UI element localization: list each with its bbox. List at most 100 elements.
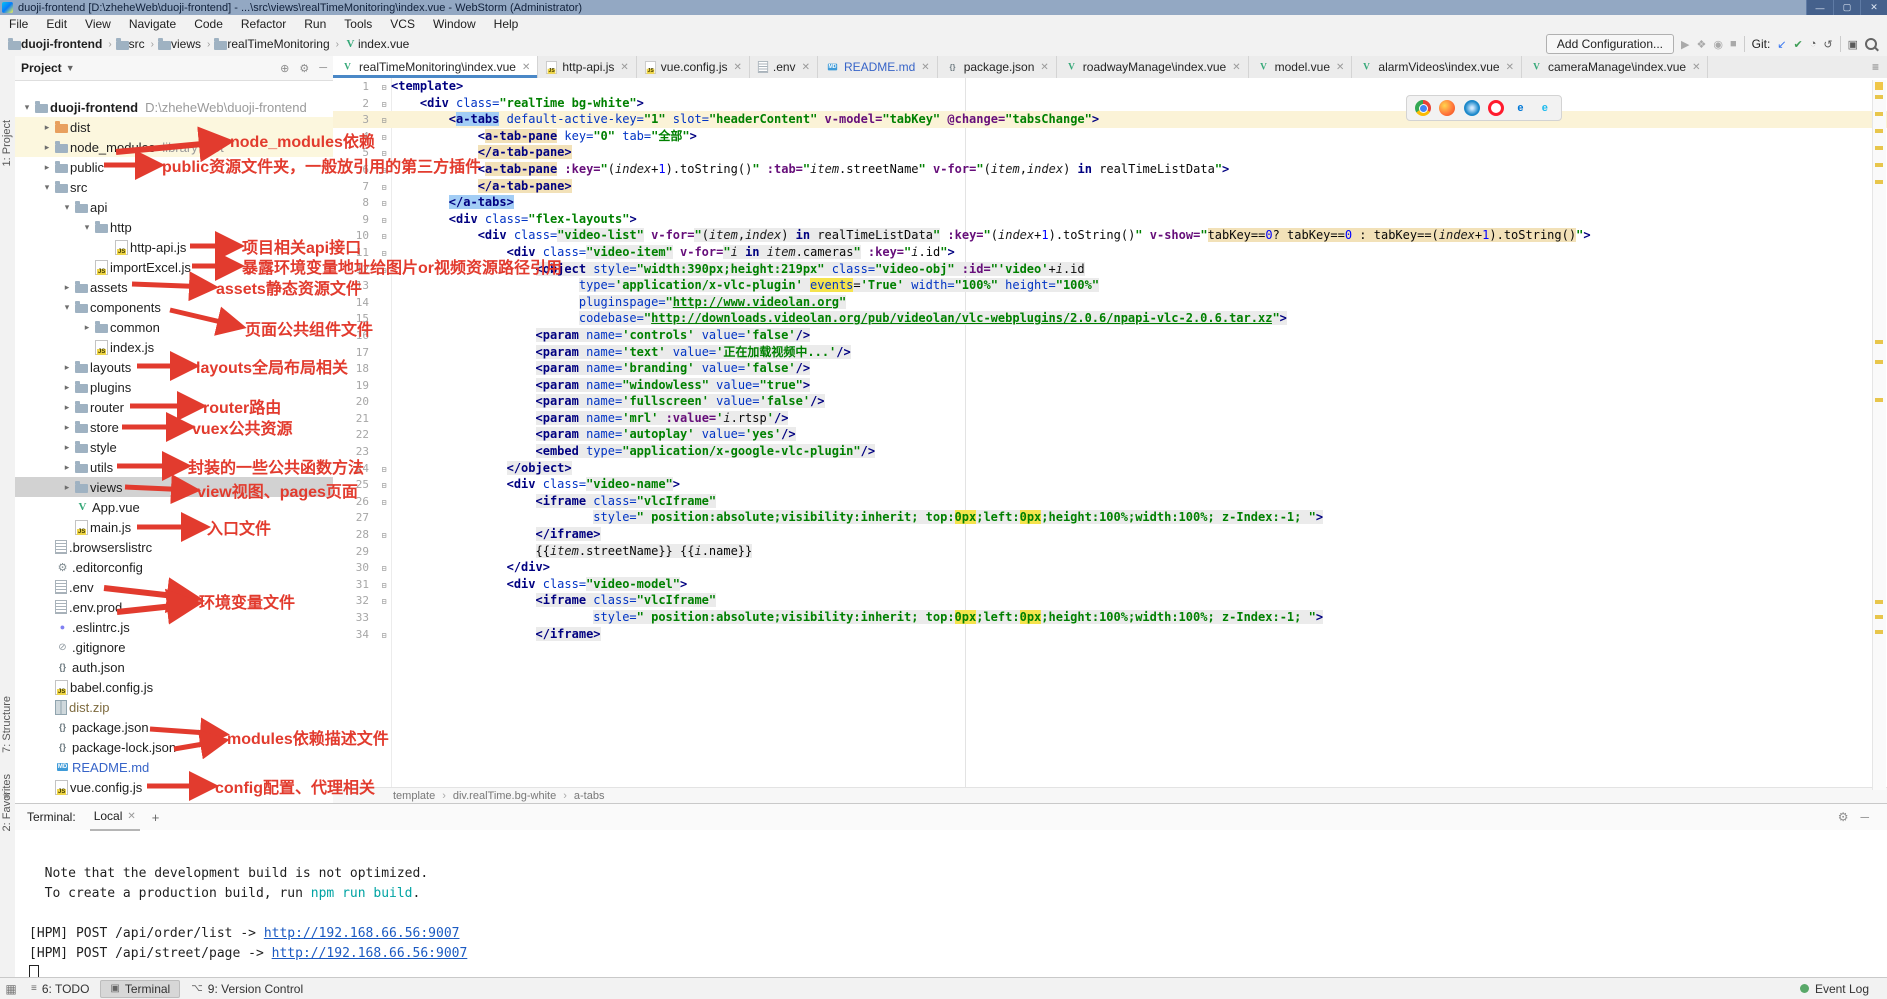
event-log-button[interactable]: Event Log <box>1800 982 1887 996</box>
menu-item-view[interactable]: View <box>76 17 120 31</box>
editor-tab[interactable]: cameraManage\index.vue✕ <box>1522 56 1708 78</box>
close-icon[interactable]: ✕ <box>127 811 135 822</box>
chevron-right-icon[interactable]: ▸ <box>59 402 75 413</box>
tree-item-.env[interactable]: .env <box>15 577 333 597</box>
code-line[interactable]: 5⊟ </a-tab-pane> <box>333 144 1887 161</box>
new-terminal-session-button[interactable]: + <box>152 810 160 825</box>
tree-item-node_modules[interactable]: ▸node_moduleslibrary root <box>15 137 333 157</box>
code-line[interactable]: 6⊟ <a-tab-pane :key="(index+1).toString(… <box>333 161 1887 178</box>
tree-item-components[interactable]: ▾components <box>15 297 333 317</box>
history-icon[interactable]: ◔ <box>1810 38 1817 50</box>
warning-stripe-mark[interactable] <box>1875 398 1883 402</box>
code-line[interactable]: 20 <param name='fullscreen' value='false… <box>333 393 1887 410</box>
close-icon[interactable]: ✕ <box>921 62 929 73</box>
statusbar-item-terminal[interactable]: ▣Terminal <box>100 980 180 998</box>
close-icon[interactable]: ✕ <box>1336 62 1344 73</box>
tab-list-icon[interactable]: ≡ <box>1864 56 1887 78</box>
tree-item-.editorconfig[interactable]: .editorconfig <box>15 557 333 577</box>
code-line[interactable]: 11⊟ <div class="video-item" v-for="i in … <box>333 244 1887 261</box>
tree-item-dist.zip[interactable]: dist.zip <box>15 697 333 717</box>
close-button[interactable]: ✕ <box>1860 0 1887 15</box>
editor-tab[interactable]: realTimeMonitoring\index.vue✕ <box>333 56 538 78</box>
edge-browser-icon[interactable]: e <box>1512 100 1528 116</box>
breadcrumb-item[interactable]: duoji-frontend <box>8 37 102 51</box>
warning-stripe-mark[interactable] <box>1875 180 1883 184</box>
tree-item-main.js[interactable]: main.js <box>15 517 333 537</box>
chrome-browser-icon[interactable] <box>1415 100 1431 116</box>
code-line[interactable]: 34⊟ </iframe> <box>333 626 1887 643</box>
tree-item-api[interactable]: ▾api <box>15 197 333 217</box>
tree-item-.eslintrc.js[interactable]: .eslintrc.js <box>15 617 333 637</box>
editor-breadcrumb-item[interactable]: a-tabs <box>574 790 605 802</box>
safari-browser-icon[interactable] <box>1464 100 1480 116</box>
breadcrumb-item[interactable]: index.vue <box>343 37 409 51</box>
tree-item-babel.config.js[interactable]: babel.config.js <box>15 677 333 697</box>
chevron-down-icon[interactable]: ▼ <box>66 63 75 73</box>
stop-icon[interactable]: ■ <box>1730 38 1737 50</box>
warning-stripe-mark[interactable] <box>1875 340 1883 344</box>
tree-item-http[interactable]: ▾http <box>15 217 333 237</box>
tree-item-dist[interactable]: ▸dist <box>15 117 333 137</box>
code-line[interactable]: 15 codebase="http://downloads.videolan.o… <box>333 310 1887 327</box>
code-line[interactable]: 8⊟ </a-tabs> <box>333 194 1887 211</box>
code-line[interactable]: 9⊟ <div class="flex-layouts"> <box>333 211 1887 228</box>
editor-tab[interactable]: http-api.js✕ <box>538 56 636 78</box>
rollback-icon[interactable]: ↺ <box>1823 38 1832 51</box>
terminal-output[interactable]: Note that the development build is not o… <box>15 830 1887 984</box>
tree-item-utils[interactable]: ▸utils <box>15 457 333 477</box>
chevron-right-icon[interactable]: ▸ <box>39 122 55 133</box>
tree-item-package.json[interactable]: package.json <box>15 717 333 737</box>
tree-item-views[interactable]: ▸views <box>15 477 333 497</box>
terminal-link[interactable]: http://192.168.66.56:9007 <box>272 946 468 961</box>
tool-button-favorites[interactable]: 2: Favorites <box>1 774 13 831</box>
tree-item-src[interactable]: ▾src <box>15 177 333 197</box>
code-line[interactable]: 21 <param name='mrl' :value='i.rtsp'/> <box>333 410 1887 427</box>
chevron-right-icon[interactable]: ▸ <box>59 462 75 473</box>
editor-tab[interactable]: alarmVideos\index.vue✕ <box>1352 56 1522 78</box>
code-line[interactable]: 29 {{item.streetName}} {{i.name}} <box>333 543 1887 560</box>
close-icon[interactable]: ✕ <box>620 62 628 73</box>
menu-item-file[interactable]: File <box>0 17 37 31</box>
tree-item-common[interactable]: ▸common <box>15 317 333 337</box>
ie-browser-icon[interactable]: e <box>1537 100 1553 116</box>
code-line[interactable]: 30⊟ </div> <box>333 559 1887 576</box>
code-line[interactable]: 12⊟ <object style="width:390px;height:21… <box>333 261 1887 278</box>
menu-item-refactor[interactable]: Refactor <box>232 17 295 31</box>
breadcrumb-item[interactable]: views <box>158 37 201 51</box>
editor-breadcrumb-item[interactable]: div.realTime.bg-white <box>453 790 556 802</box>
warning-stripe-mark[interactable] <box>1875 95 1883 99</box>
chevron-right-icon[interactable]: ▸ <box>39 162 55 173</box>
run-icon[interactable]: ▶ <box>1681 38 1689 51</box>
tree-item-store[interactable]: ▸store <box>15 417 333 437</box>
tree-item-public[interactable]: ▸public <box>15 157 333 177</box>
warning-stripe-mark[interactable] <box>1875 630 1883 634</box>
terminal-minimize-icon[interactable]: ─ <box>1860 810 1869 824</box>
code-line[interactable]: 10⊟ <div class="video-list" v-for="(item… <box>333 227 1887 244</box>
warning-stripe-mark[interactable] <box>1875 600 1883 604</box>
search-everywhere-icon[interactable] <box>1865 38 1877 50</box>
code-line[interactable]: 4⊟ <a-tab-pane key="0" tab="全部"> <box>333 128 1887 145</box>
project-panel-title[interactable]: Project <box>21 61 62 75</box>
menu-item-tools[interactable]: Tools <box>335 17 381 31</box>
maximize-button[interactable]: ▢ <box>1833 0 1860 15</box>
chevron-down-icon[interactable]: ▾ <box>19 102 35 113</box>
breadcrumb-item[interactable]: src <box>116 37 145 51</box>
statusbar-item-6-todo[interactable]: ≡6: TODO <box>22 981 98 997</box>
tree-item-package-lock.json[interactable]: package-lock.json <box>15 737 333 757</box>
code-line[interactable]: 1⊟<template> <box>333 78 1887 95</box>
editor-tab[interactable]: package.json✕ <box>938 56 1057 78</box>
coverage-icon[interactable]: ◉ <box>1713 38 1723 51</box>
editor-breadcrumb-item[interactable]: template <box>393 790 435 802</box>
firefox-browser-icon[interactable] <box>1439 100 1455 116</box>
opera-browser-icon[interactable] <box>1488 100 1504 116</box>
code-line[interactable]: 13 type='application/x-vlc-plugin' event… <box>333 277 1887 294</box>
code-line[interactable]: 33 style=" position:absolute;visibility:… <box>333 609 1887 626</box>
chevron-down-icon[interactable]: ▾ <box>79 222 95 233</box>
menu-item-vcs[interactable]: VCS <box>381 17 424 31</box>
code-line[interactable]: 7⊟ </a-tab-pane> <box>333 178 1887 195</box>
code-line[interactable]: 23 <embed type="application/x-google-vlc… <box>333 443 1887 460</box>
code-line[interactable]: 16 <param name='controls' value='false'/… <box>333 327 1887 344</box>
chevron-right-icon[interactable]: ▸ <box>79 322 95 333</box>
gear-icon[interactable]: ⚙ <box>299 62 309 75</box>
close-icon[interactable]: ✕ <box>522 62 530 73</box>
